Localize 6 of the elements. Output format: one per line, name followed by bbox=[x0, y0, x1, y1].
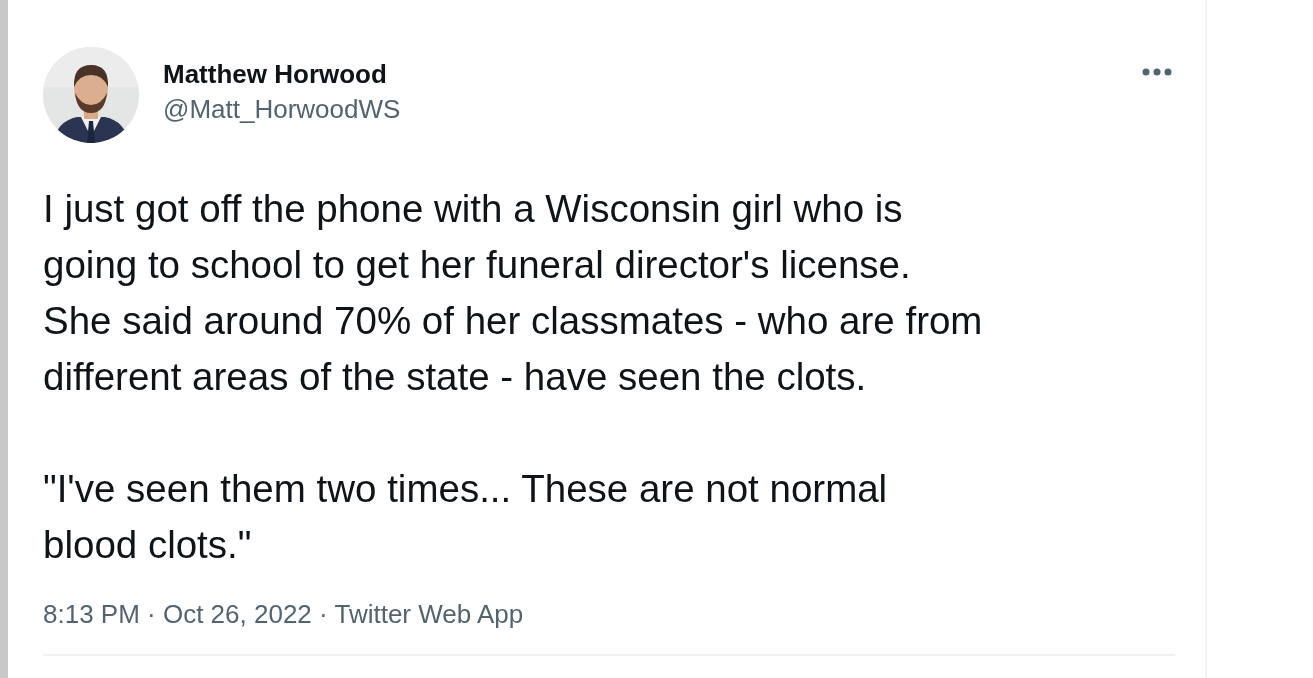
tweet-timestamp: 8:13 PM · Oct 26, 2022 · Twitter Web App bbox=[43, 599, 524, 630]
author-name[interactable]: Matthew Horwood bbox=[163, 59, 387, 90]
author-handle[interactable]: @Matt_HorwoodWS bbox=[163, 94, 401, 125]
tweet-text: "I've seen them two times... These are not normal blood clots." bbox=[43, 466, 888, 568]
tweet-text: I just got off the phone with a Wisconsin girl who is going to school to get her funeral director's license. She said around 70% of her classmates - who are from different areas of the state - have seen the clots. bbox=[43, 186, 983, 400]
more-icon[interactable] bbox=[1141, 67, 1173, 77]
